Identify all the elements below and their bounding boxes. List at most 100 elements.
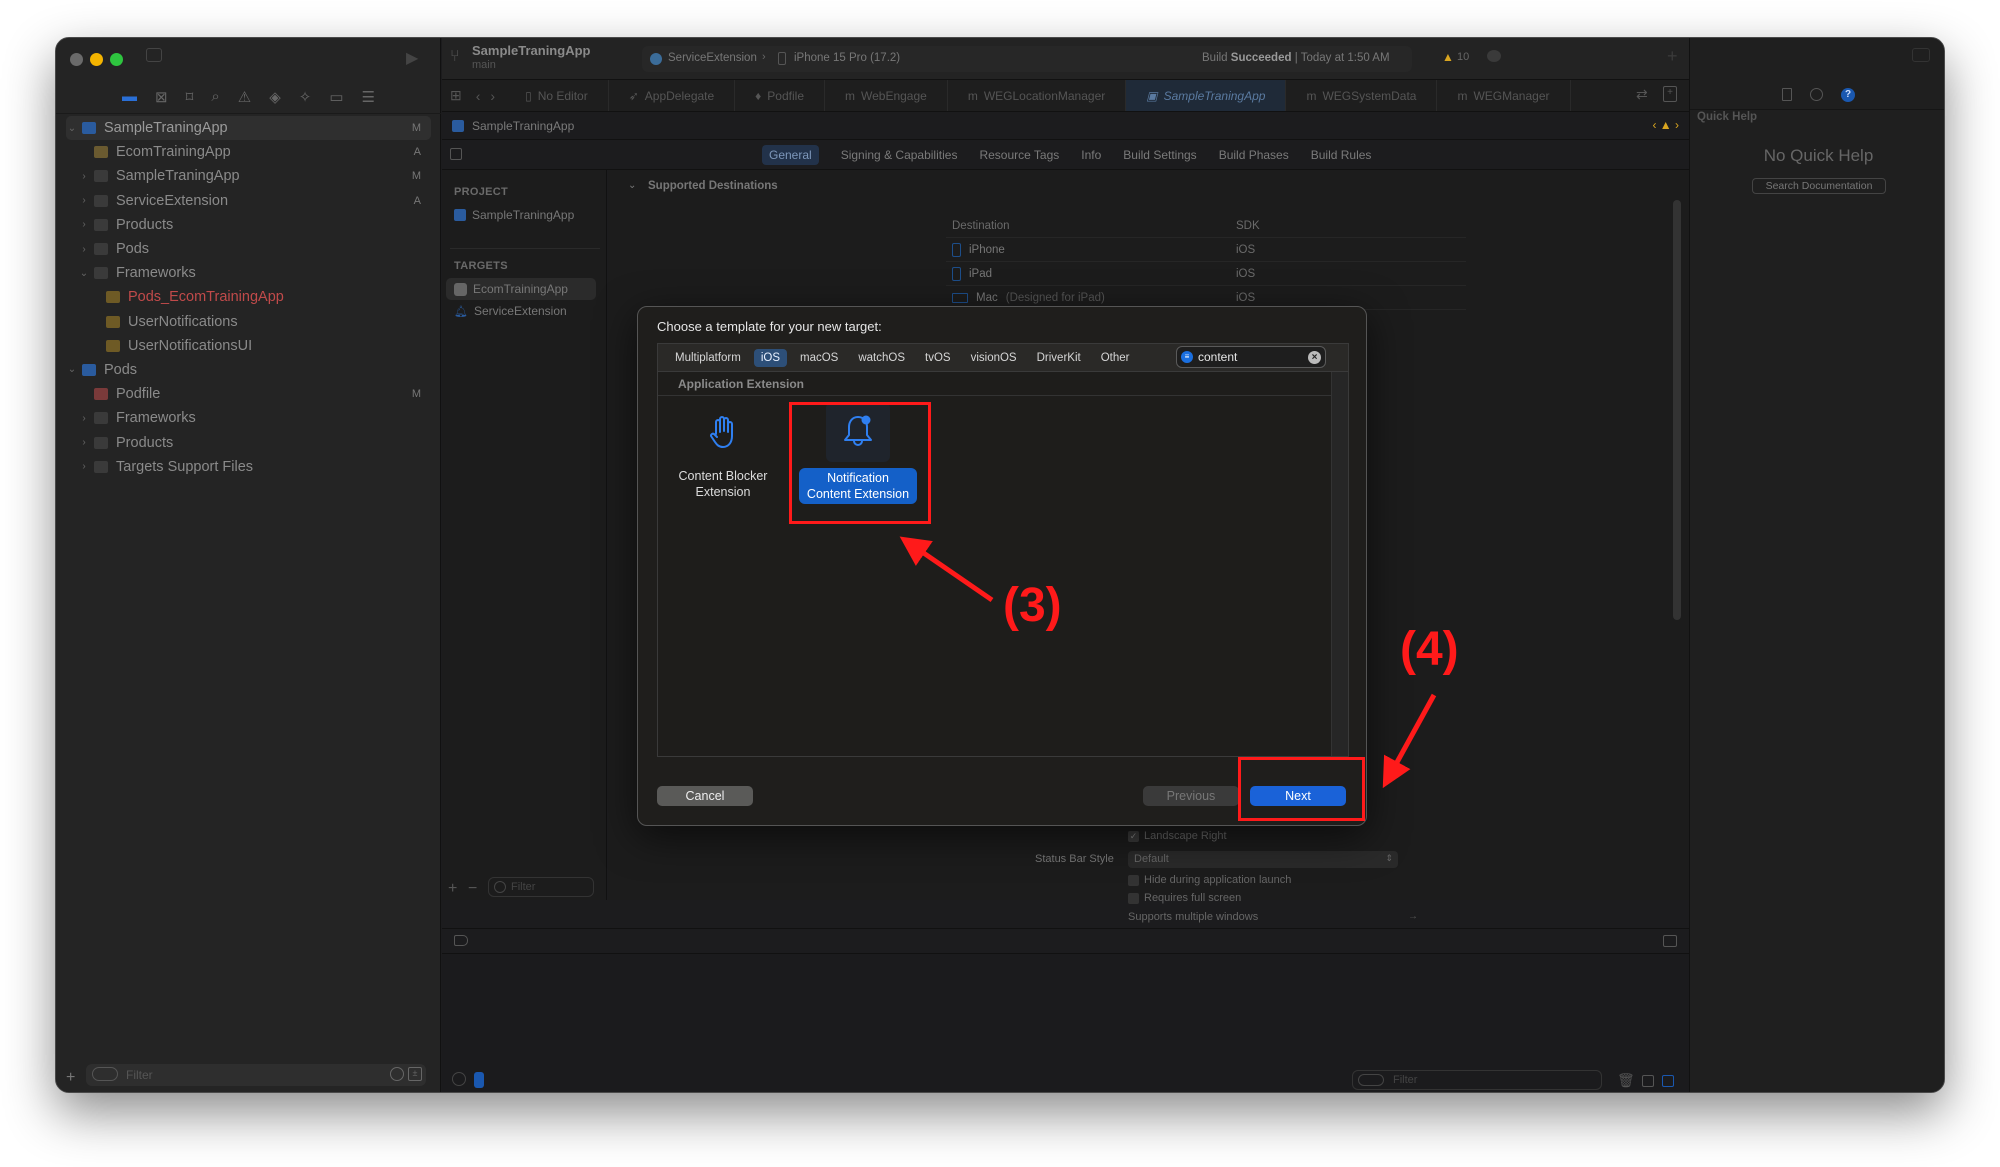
file-inspector-icon[interactable] (1782, 88, 1792, 101)
editor-tab[interactable]: m WEGManager (1437, 80, 1571, 111)
disclosure-chevron-icon[interactable]: ⌄ (66, 123, 78, 134)
file-tree-item[interactable]: ⌄ SampleTraningApp M (66, 116, 431, 141)
project-item[interactable]: SampleTraningApp (446, 204, 601, 226)
jump-bar-project[interactable]: SampleTraningApp (472, 119, 574, 133)
settings-tab-resource-tags[interactable]: Resource Tags (979, 148, 1059, 162)
template-search-input[interactable]: ≡ content × (1176, 346, 1326, 368)
scheme-selector[interactable]: ServiceExtension (668, 52, 757, 64)
previous-button[interactable]: Previous (1143, 786, 1239, 806)
device-selector[interactable]: iPhone 15 Pro (17.2) (794, 52, 900, 64)
editor-tab[interactable]: m WEGSystemData (1286, 80, 1438, 111)
related-items-grid-icon[interactable]: ⊞ (442, 87, 470, 104)
disclosure-chevron-icon[interactable]: ⌄ (66, 364, 78, 375)
breakpoints-toggle-icon[interactable] (454, 935, 468, 946)
platform-tab-visionos[interactable]: visionOS (964, 349, 1024, 367)
disclosure-chevron-icon[interactable]: › (78, 413, 90, 424)
target-item-serviceextension[interactable]: 🔔︎ ServiceExtension (446, 300, 596, 322)
target-item-ecomtrainingapp[interactable]: EcomTrainingApp (446, 278, 596, 300)
template-scrollbar[interactable] (1331, 372, 1348, 756)
disclosure-chevron-icon[interactable]: › (78, 244, 90, 255)
file-tree-item[interactable]: › Pods (66, 237, 431, 261)
swap-editors-icon[interactable]: ⇄ (1636, 86, 1648, 103)
file-tree-item[interactable]: › Products (66, 213, 431, 237)
add-library-icon[interactable]: + (1667, 46, 1678, 67)
editor-tab[interactable]: ▯ No Editor (505, 80, 609, 111)
issue-nav-warning-icon[interactable]: ‹ ▲ › (1652, 118, 1679, 132)
toggle-project-list-icon[interactable] (450, 148, 462, 160)
test-diamond-icon[interactable]: ◈ (269, 88, 281, 106)
settings-tab-info[interactable]: Info (1081, 148, 1101, 162)
table-row[interactable]: iPhone iOS (946, 238, 1466, 262)
report-icon[interactable]: ☰ (362, 88, 375, 106)
folder-navigator-icon[interactable]: ▬ (122, 88, 137, 105)
add-file-icon[interactable]: + (66, 1069, 75, 1087)
file-tree-item[interactable]: EcomTrainingApp A (66, 140, 431, 164)
editor-tab[interactable]: m WebEngage (825, 80, 948, 111)
console-filter-input[interactable]: Filter (1352, 1070, 1602, 1090)
warning-count[interactable]: 10 (1457, 51, 1469, 63)
file-tree-item[interactable]: UserNotifications (66, 310, 431, 334)
file-tree-item[interactable]: › ServiceExtension A (66, 189, 431, 213)
source-control-icon[interactable]: ⊠ (155, 88, 168, 106)
file-tree-item[interactable]: › Frameworks (66, 406, 431, 430)
zoom-window-button[interactable] (110, 53, 123, 66)
full-screen-checkbox[interactable]: Requires full screen (1128, 892, 1241, 904)
platform-tab-multiplatform[interactable]: Multiplatform (668, 349, 748, 367)
add-target-icon[interactable]: + (448, 880, 457, 898)
disclosure-chevron-icon[interactable]: › (78, 437, 90, 448)
platform-tab-ios[interactable]: iOS (753, 348, 787, 367)
file-tree-item[interactable]: UserNotificationsUI (66, 334, 431, 358)
disclosure-chevron-icon[interactable]: › (78, 195, 90, 206)
cancel-button[interactable]: Cancel (657, 786, 753, 806)
disclosure-chevron-icon[interactable]: ⌄ (78, 268, 90, 279)
file-tree-item[interactable]: Pods_EcomTrainingApp (66, 285, 431, 309)
find-icon[interactable]: ⌕ (211, 88, 219, 105)
bookmark-icon[interactable]: ⌑ (186, 88, 194, 106)
run-play-icon[interactable]: ▶ (406, 48, 418, 68)
editor-tab[interactable]: ♦ Podfile (735, 80, 825, 111)
file-tree-item[interactable]: › Targets Support Files (66, 455, 431, 479)
disclosure-chevron-icon[interactable]: ⌄ (628, 180, 636, 191)
console-panel-icon[interactable] (1662, 1075, 1674, 1087)
filter-options-icon[interactable] (92, 1067, 118, 1081)
disclosure-chevron-icon[interactable]: › (78, 219, 90, 230)
remove-target-icon[interactable]: − (468, 880, 477, 898)
minimize-window-button[interactable] (90, 53, 103, 66)
trash-icon[interactable]: 🗑︎ (1617, 1072, 1635, 1089)
branch-name[interactable]: main (472, 59, 496, 71)
sidebar-toggle-icon[interactable] (146, 48, 162, 62)
quick-help-icon[interactable]: ? (1841, 87, 1855, 102)
multiple-windows-row[interactable]: Supports multiple windows (1128, 911, 1258, 923)
recent-files-clock-icon[interactable] (390, 1067, 404, 1081)
history-clock-icon[interactable] (1810, 88, 1823, 101)
variables-view-icon[interactable] (474, 1072, 484, 1088)
forward-chevron-icon[interactable]: › (486, 88, 505, 104)
eye-icon[interactable] (452, 1072, 466, 1086)
file-tree-item[interactable]: › Products (66, 430, 431, 454)
issue-warning-icon[interactable]: ⚠ (238, 88, 251, 106)
breakpoint-icon[interactable]: ▭ (329, 88, 343, 106)
settings-tab-build-settings[interactable]: Build Settings (1123, 148, 1196, 162)
editor-tab[interactable]: m WEGLocationManager (948, 80, 1127, 111)
search-documentation-button[interactable]: Search Documentation (1752, 178, 1886, 194)
variables-panel-icon[interactable] (1642, 1075, 1654, 1087)
close-window-button[interactable] (70, 53, 83, 66)
editor-tab[interactable]: ▣ SampleTraningApp (1126, 80, 1287, 111)
clear-search-icon[interactable]: × (1308, 351, 1321, 364)
scm-changes-icon[interactable]: ± (408, 1067, 422, 1081)
platform-tab-driverkit[interactable]: DriverKit (1030, 349, 1088, 367)
disclosure-chevron-icon[interactable]: › (78, 461, 90, 472)
settings-tab-build-rules[interactable]: Build Rules (1311, 148, 1372, 162)
hide-debug-area-icon[interactable] (1663, 935, 1677, 947)
editor-tab[interactable]: ➶ AppDelegate (609, 80, 736, 111)
warning-icon[interactable]: ▲ (1442, 50, 1454, 64)
file-tree-item[interactable]: › SampleTraningApp M (66, 164, 431, 188)
file-tree-item[interactable]: ⌄ Pods (66, 358, 431, 382)
platform-tab-macos[interactable]: macOS (793, 349, 845, 367)
hide-launch-checkbox[interactable]: Hide during application launch (1128, 874, 1291, 886)
settings-tab-build-phases[interactable]: Build Phases (1219, 148, 1289, 162)
filter-options-icon[interactable] (1358, 1074, 1384, 1086)
target-filter-input[interactable]: Filter (488, 877, 594, 897)
platform-tab-other[interactable]: Other (1094, 349, 1137, 367)
file-tree-item[interactable]: ⌄ Frameworks (66, 261, 431, 285)
